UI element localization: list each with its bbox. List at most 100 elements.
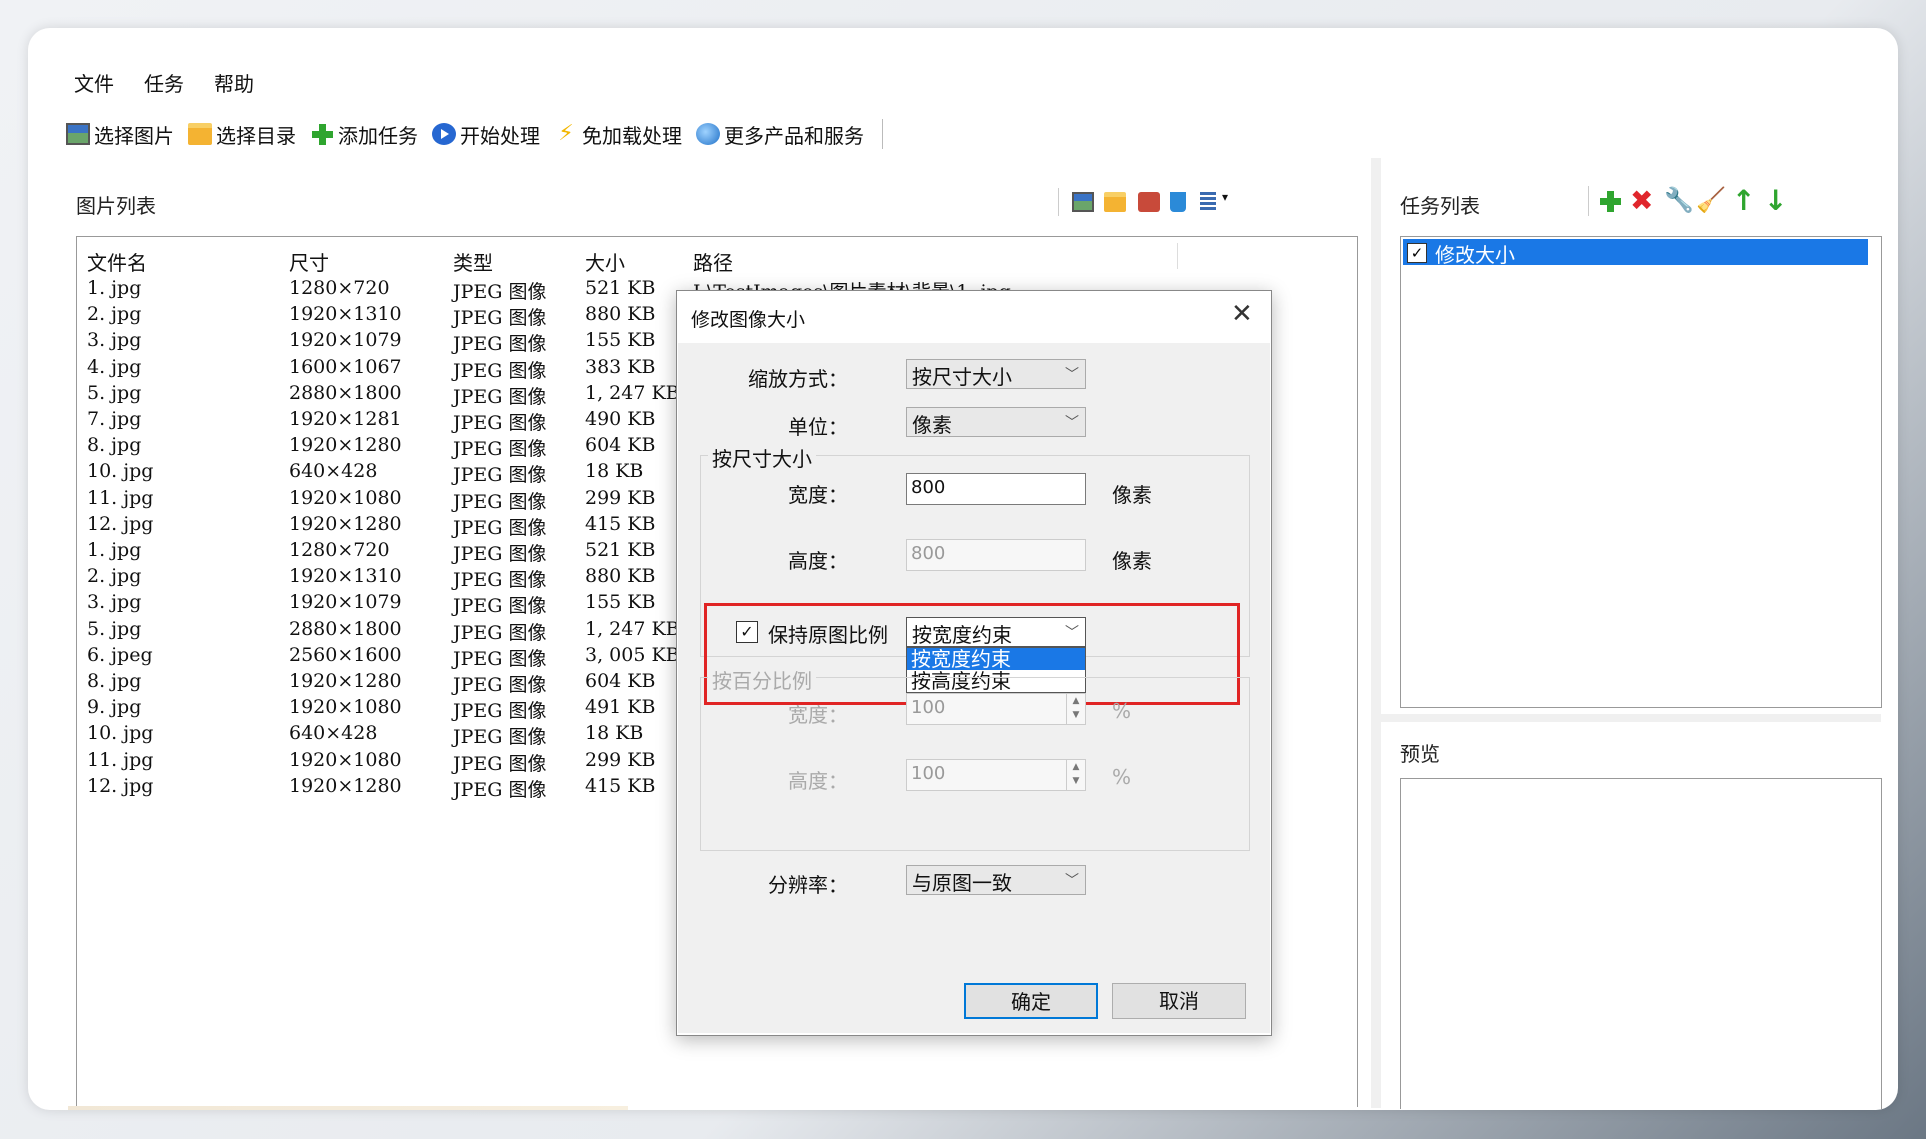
cell-type: JPEG 图像 <box>453 595 547 618</box>
cell-name: 7. jpg <box>87 408 142 430</box>
column-size[interactable]: 大小 <box>585 247 625 276</box>
cell-type: JPEG 图像 <box>453 385 547 408</box>
cell-dim: 1280×720 <box>289 539 390 561</box>
add-task-button[interactable]: 添加任务 <box>310 120 418 149</box>
lightning-icon: ⚡ <box>558 121 574 146</box>
toolbar-separator <box>882 119 883 149</box>
column-path[interactable]: 路径 <box>693 247 733 276</box>
image-icon <box>66 123 90 145</box>
cell-type: JPEG 图像 <box>453 700 547 723</box>
cell-type: JPEG 图像 <box>453 543 547 565</box>
trash-icon[interactable] <box>1170 192 1186 212</box>
constraint-option-width[interactable]: 按宽度约束 <box>907 648 1085 670</box>
toolbar-separator <box>1058 188 1059 216</box>
cell-name: 5. jpg <box>87 617 142 640</box>
dialog-body: 缩放方式： 按尺寸大小 ﹀ 单位： 像素 ﹀ 按尺寸大小 宽度： 800 像素 … <box>678 343 1270 1033</box>
cell-dim: 640×428 <box>289 460 378 483</box>
cell-size: 521 KB <box>585 277 656 299</box>
percent-width-spinner[interactable]: ▲ ▼ <box>1066 694 1085 724</box>
cell-dim: 1920×1079 <box>289 329 402 352</box>
chevron-down-icon: ﹀ <box>1065 873 1079 889</box>
scale-mode-value: 按尺寸大小 <box>912 365 1012 389</box>
percent-width-input[interactable]: 100 ▲ ▼ <box>906 693 1086 725</box>
remove-image-icon[interactable] <box>1138 192 1160 212</box>
add-icon[interactable] <box>1598 190 1624 214</box>
cell-dim: 1920×1079 <box>289 591 402 614</box>
cell-type: JPEG 图像 <box>453 569 547 592</box>
cell-dim: 1920×1280 <box>289 434 402 457</box>
cell-type: JPEG 图像 <box>453 281 547 303</box>
percent-height-label: 高度： <box>788 769 848 793</box>
column-filename[interactable]: 文件名 <box>87 247 147 276</box>
cell-dim: 1280×720 <box>289 277 390 299</box>
cancel-button[interactable]: 取消 <box>1112 983 1246 1019</box>
select-folder-label: 选择目录 <box>216 123 296 148</box>
keep-ratio-checkbox[interactable]: ✓ <box>736 621 758 643</box>
wrench-icon[interactable]: 🔧 <box>1664 186 1694 214</box>
start-processing-button[interactable]: 开始处理 <box>432 120 540 149</box>
cell-size: 299 KB <box>585 748 656 771</box>
scrollbar-horizontal[interactable] <box>68 1106 628 1110</box>
cell-name: 12. jpg <box>87 512 154 535</box>
more-products-label: 更多产品和服务 <box>724 123 864 148</box>
percent-height-input[interactable]: 100 ▲ ▼ <box>906 759 1086 791</box>
cell-type: JPEG 图像 <box>453 674 547 696</box>
keep-ratio-label: 保持原图比例 <box>768 623 888 647</box>
percent-width-value: 100 <box>911 697 946 718</box>
free-load-button[interactable]: ⚡ 免加载处理 <box>554 120 682 149</box>
column-dimensions[interactable]: 尺寸 <box>289 247 329 276</box>
arrow-up-icon[interactable]: ↑ <box>1732 184 1755 217</box>
arrow-down-icon[interactable]: ↓ <box>1764 184 1787 217</box>
constraint-select[interactable]: 按宽度约束 ﹀ <box>906 617 1086 647</box>
cell-type: JPEG 图像 <box>453 516 547 539</box>
image-list-toolbar: ▾ <box>1058 186 1288 216</box>
cell-dim: 2880×1800 <box>289 617 402 640</box>
chevron-down-icon: ﹀ <box>1065 625 1079 641</box>
cell-name: 6. jpeg <box>87 643 153 666</box>
ok-button[interactable]: 确定 <box>964 983 1098 1019</box>
cell-size: 491 KB <box>585 696 656 719</box>
cell-name: 11. jpg <box>87 486 154 509</box>
select-images-button[interactable]: 选择图片 <box>66 120 174 149</box>
cell-name: 12. jpg <box>87 774 154 797</box>
percent-height-spinner[interactable]: ▲ ▼ <box>1066 760 1085 790</box>
menu-file[interactable]: 文件 <box>74 68 114 97</box>
folder-icon[interactable] <box>1104 192 1126 212</box>
image-list-title: 图片列表 <box>76 194 156 218</box>
close-icon[interactable]: ✕ <box>1231 299 1253 329</box>
resolution-value: 与原图一致 <box>912 871 1012 895</box>
cell-size: 415 KB <box>585 774 656 797</box>
cell-size: 155 KB <box>585 591 656 614</box>
cell-type: JPEG 图像 <box>453 647 547 670</box>
chevron-down-icon[interactable]: ▾ <box>1222 190 1228 204</box>
menu-help[interactable]: 帮助 <box>214 68 254 97</box>
chevron-down-icon: ﹀ <box>1065 367 1079 383</box>
resolution-select[interactable]: 与原图一致 ﹀ <box>906 865 1086 895</box>
list-view-icon[interactable] <box>1200 192 1216 212</box>
menu-task[interactable]: 任务 <box>144 68 184 97</box>
folder-icon <box>188 123 212 145</box>
image-icon[interactable] <box>1072 192 1094 212</box>
task-list[interactable]: ✓ 修改大小 <box>1400 236 1882 708</box>
cell-type: JPEG 图像 <box>453 412 547 434</box>
height-input[interactable]: 800 <box>906 539 1086 571</box>
height-label: 高度： <box>788 549 848 573</box>
splitter-vertical[interactable] <box>1371 158 1381 1108</box>
cell-type: JPEG 图像 <box>453 490 547 513</box>
broom-icon[interactable]: 🧹 <box>1696 186 1726 214</box>
splitter-horizontal[interactable] <box>1381 714 1881 722</box>
scale-mode-select[interactable]: 按尺寸大小 ﹀ <box>906 359 1086 389</box>
more-products-button[interactable]: 更多产品和服务 <box>696 120 864 149</box>
cell-name: 10. jpg <box>87 722 154 745</box>
delete-icon[interactable]: ✖ <box>1630 184 1653 217</box>
task-item-resize[interactable]: ✓ 修改大小 <box>1403 239 1868 267</box>
select-folder-button[interactable]: 选择目录 <box>188 120 296 149</box>
unit-select[interactable]: 像素 ﹀ <box>906 407 1086 437</box>
unit-value: 像素 <box>912 413 952 437</box>
task-item-checkbox[interactable]: ✓ <box>1407 243 1427 263</box>
cell-dim: 1920×1280 <box>289 670 402 692</box>
column-type[interactable]: 类型 <box>453 247 493 276</box>
cell-type: JPEG 图像 <box>453 438 547 461</box>
scale-mode-label: 缩放方式： <box>748 367 848 391</box>
width-input[interactable]: 800 <box>906 473 1086 505</box>
